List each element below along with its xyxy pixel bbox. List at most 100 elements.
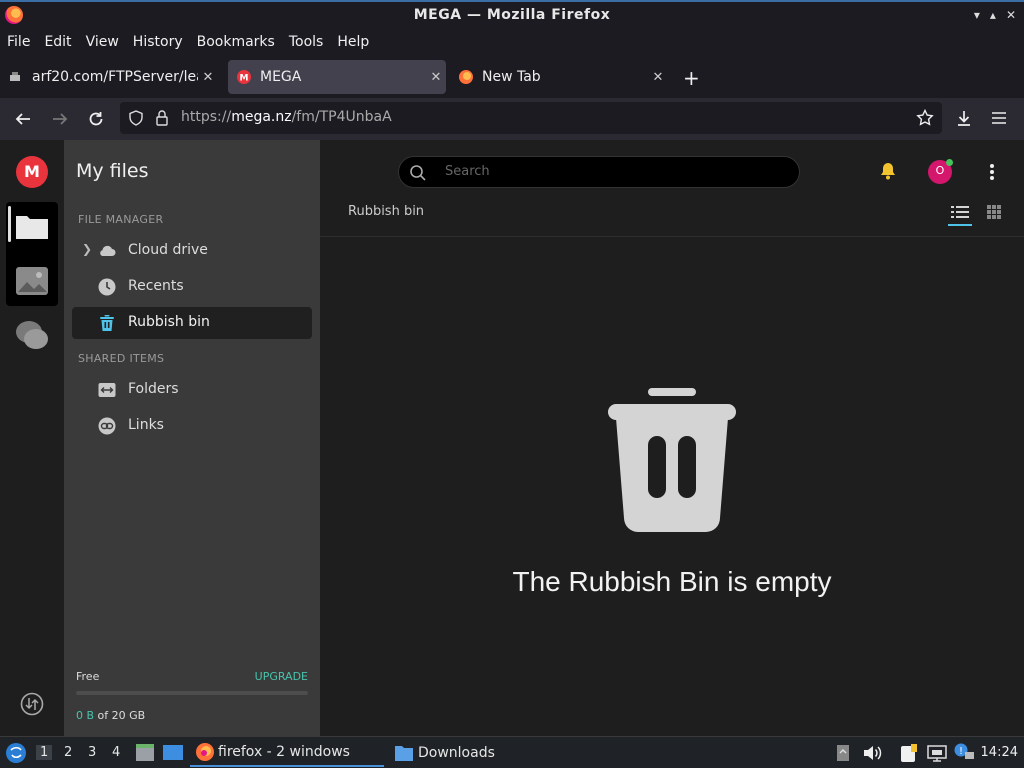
sidebar-item-label: Links	[128, 417, 164, 433]
bell-icon[interactable]	[878, 161, 898, 181]
clock: 14:24	[980, 745, 1018, 760]
svg-text:!: !	[959, 746, 963, 757]
menu-bookmarks[interactable]: Bookmarks	[197, 34, 275, 50]
sidebar: My files FILE MANAGER ❯ Cloud drive Rece…	[64, 140, 320, 736]
workspace-1[interactable]: 1	[36, 745, 53, 760]
folder-task-icon	[395, 746, 413, 761]
close-window-button[interactable]: ✕	[1006, 8, 1016, 22]
empty-rubbish-bin-icon	[608, 388, 736, 532]
tab-ftpserver[interactable]: arf20.com/FTPServer/lea ✕	[8, 60, 218, 94]
workspace-4[interactable]: 4	[112, 745, 120, 760]
menu-bar: File Edit View History Bookmarks Tools H…	[0, 30, 1024, 54]
downloads-icon[interactable]	[955, 109, 973, 127]
taskbar: 1 2 3 4 firefox - 2 windows Downloads ! …	[0, 736, 1024, 768]
clipboard-tray-icon[interactable]	[835, 743, 851, 763]
storage-usage-bar	[76, 691, 308, 695]
toolbar-divider	[320, 236, 1024, 237]
task-label: Downloads	[418, 745, 495, 761]
tab-close-icon[interactable]: ✕	[198, 70, 218, 85]
menu-edit[interactable]: Edit	[44, 34, 71, 50]
sidebar-title: My files	[76, 160, 149, 182]
shared-folder-icon	[98, 383, 116, 397]
upgrade-link[interactable]: UPGRADE	[255, 670, 308, 683]
maximize-button[interactable]: ▴	[990, 8, 996, 22]
minimize-button[interactable]: ▾	[974, 8, 980, 22]
page-icon	[10, 72, 20, 81]
rail-active-indicator	[8, 206, 11, 242]
file-manager-launcher-icon[interactable]	[135, 743, 155, 763]
avatar[interactable]: O	[928, 159, 953, 184]
network-icon[interactable]	[927, 743, 947, 763]
sidebar-item-rubbish-bin[interactable]: Rubbish bin	[72, 307, 312, 339]
tab-close-icon[interactable]: ✕	[648, 70, 668, 85]
mega-favicon-icon: M	[237, 70, 251, 84]
lock-icon[interactable]	[154, 109, 170, 127]
start-menu-icon[interactable]	[5, 742, 27, 764]
workspace-2[interactable]: 2	[64, 745, 72, 760]
more-options-icon[interactable]	[982, 162, 1002, 182]
cloud-icon	[100, 245, 116, 256]
new-tab-button[interactable]: +	[683, 66, 700, 90]
tab-label: arf20.com/FTPServer/lea	[32, 69, 198, 85]
svg-text:M: M	[240, 74, 249, 84]
tab-mega[interactable]: M MEGA ✕	[228, 60, 446, 94]
storage-total: of 20 GB	[97, 709, 146, 722]
forward-arrow-icon[interactable]	[51, 110, 69, 128]
menu-view[interactable]: View	[86, 34, 119, 50]
bookmark-star-icon[interactable]	[916, 109, 934, 127]
tracking-shield-icon[interactable]	[128, 110, 144, 126]
task-downloads[interactable]: Downloads	[394, 739, 495, 767]
menu-tools[interactable]: Tools	[289, 34, 324, 50]
sidebar-item-folders[interactable]: Folders	[72, 374, 312, 406]
empty-state-message: The Rubbish Bin is empty	[512, 566, 832, 597]
chevron-right-icon[interactable]: ❯	[82, 242, 92, 256]
menu-file[interactable]: File	[7, 34, 30, 50]
navigation-toolbar: https://mega.nz/fm/TP4UnbaA	[0, 98, 1024, 140]
storage-usage-text: 0 B of 20 GB	[76, 709, 308, 722]
tab-new-tab[interactable]: New Tab ✕	[458, 60, 668, 94]
storage-used: 0 B	[76, 709, 95, 722]
search-placeholder: Search	[445, 164, 490, 179]
menu-help[interactable]: Help	[337, 34, 369, 50]
breadcrumb: Rubbish bin	[348, 204, 425, 219]
trash-icon	[100, 315, 114, 331]
notes-tray-icon[interactable]	[898, 742, 920, 764]
sidebar-item-links[interactable]: Links	[72, 410, 312, 442]
sidebar-item-label: Recents	[128, 278, 184, 294]
task-firefox[interactable]: firefox - 2 windows	[190, 739, 384, 767]
notification-tray-icon[interactable]: !	[953, 742, 975, 762]
transfers-icon[interactable]	[20, 692, 44, 716]
volume-icon[interactable]	[862, 743, 882, 763]
sidebar-item-recents[interactable]: Recents	[72, 271, 312, 303]
online-status-dot	[946, 159, 953, 166]
sidebar-item-label: Rubbish bin	[128, 314, 210, 330]
mega-logo-icon[interactable]: M	[16, 156, 48, 188]
mega-app: M My files FILE MANAGER ❯ Cloud drive Re…	[0, 140, 1024, 736]
menu-history[interactable]: History	[133, 34, 183, 50]
tab-label: MEGA	[260, 69, 302, 85]
cloud-drive-folder-icon[interactable]	[15, 212, 49, 240]
window-titlebar: MEGA — Mozilla Firefox ▾ ▴ ✕	[0, 0, 1024, 30]
clock-icon	[98, 278, 116, 296]
sidebar-item-cloud-drive[interactable]: ❯ Cloud drive	[72, 235, 312, 267]
url-bar[interactable]: https://mega.nz/fm/TP4UnbaA	[120, 102, 942, 134]
tab-close-icon[interactable]: ✕	[426, 70, 446, 85]
photos-icon[interactable]	[15, 266, 49, 296]
list-view-icon[interactable]	[948, 202, 972, 226]
url-text[interactable]: https://mega.nz/fm/TP4UnbaA	[181, 109, 392, 125]
grid-view-icon[interactable]	[986, 204, 1002, 220]
app-rail: M	[0, 140, 64, 736]
main-content: Search O Rubbish bin The Rubbish Bin is	[320, 140, 1024, 736]
reload-icon[interactable]	[87, 110, 105, 128]
search-input[interactable]: Search	[398, 156, 800, 188]
chat-icon[interactable]	[14, 318, 50, 352]
back-arrow-icon[interactable]	[14, 110, 32, 128]
sidebar-item-label: Cloud drive	[128, 242, 208, 258]
file-manager-heading: FILE MANAGER	[78, 213, 164, 226]
firefox-favicon-icon	[459, 70, 473, 84]
link-icon	[98, 417, 116, 435]
app-menu-icon[interactable]	[991, 110, 1007, 126]
workspace-3[interactable]: 3	[88, 745, 96, 760]
sidebar-item-label: Folders	[128, 381, 179, 397]
desktop-icon[interactable]	[162, 743, 184, 763]
